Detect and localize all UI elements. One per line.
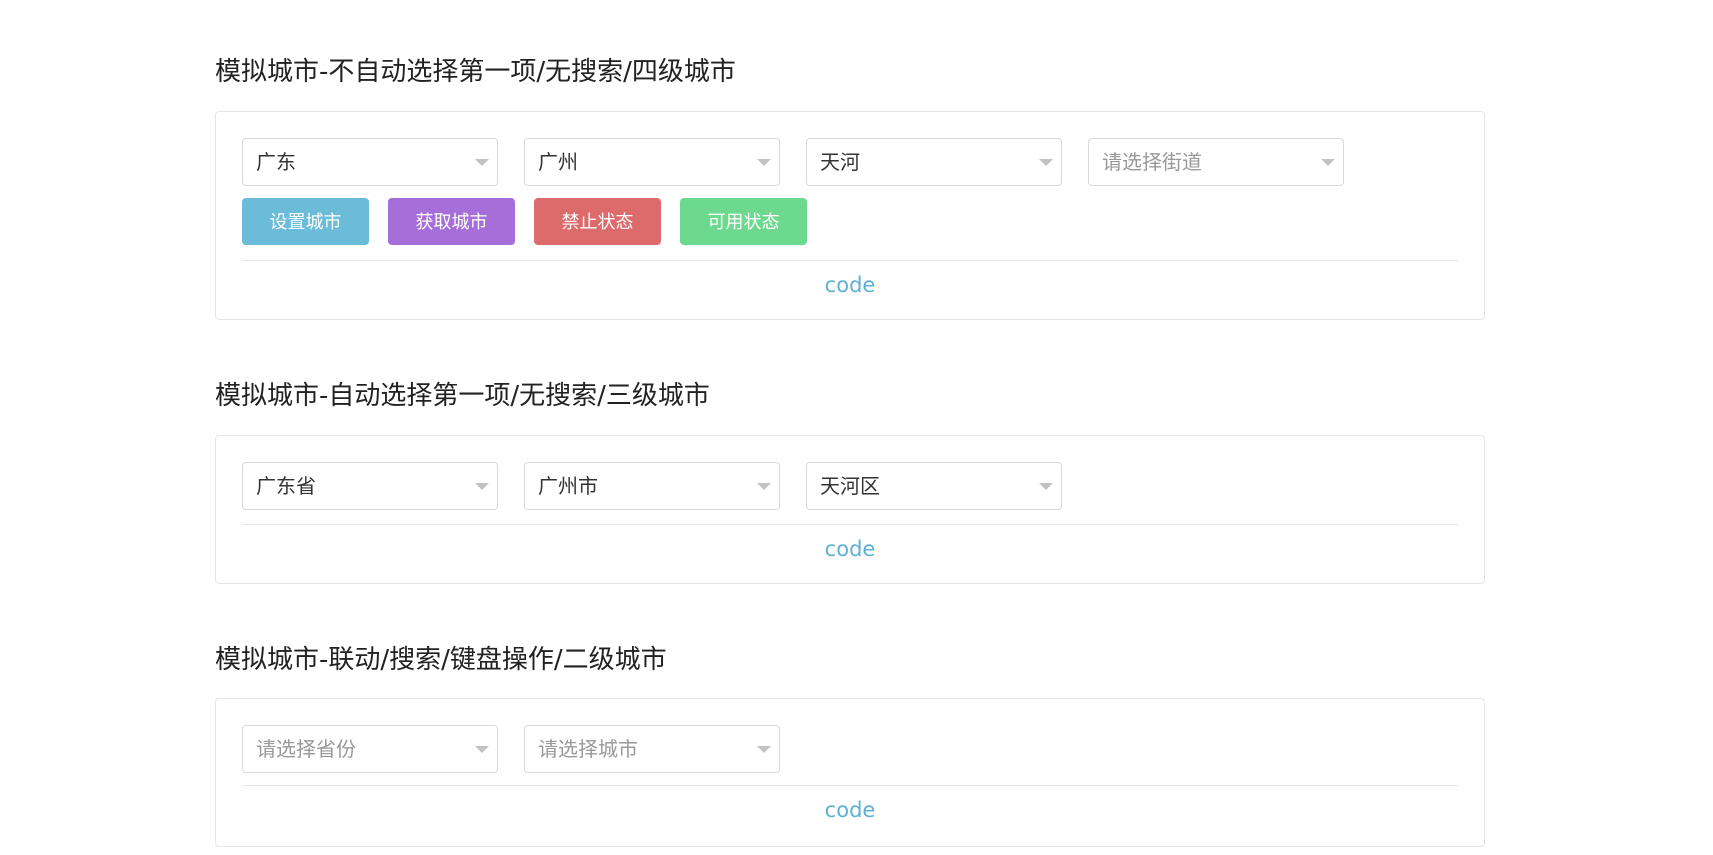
select-row: 广东省 广州市 天河区 [242,462,1088,510]
city-select-value: 广州 [538,150,578,174]
section-title-two-level: 模拟城市-联动/搜索/键盘操作/二级城市 [215,645,667,675]
caret-down-icon [1321,159,1335,166]
district-select[interactable]: 天河区 [806,462,1062,510]
disable-button[interactable]: 禁止状态 [534,198,661,245]
district-select-value: 天河 [820,150,860,174]
city-picker-panel-four-level: 广东 广州 天河 请选择街道 设置城市 获取城市 禁止状态 可用状态 code [215,111,1485,320]
province-select[interactable]: 请选择省份 [242,725,498,773]
province-select-value: 广东省 [256,474,316,498]
province-select[interactable]: 广东 [242,138,498,186]
caret-down-icon [1039,159,1053,166]
select-row: 请选择省份 请选择城市 [242,725,806,773]
caret-down-icon [757,746,771,753]
divider [242,524,1458,525]
divider [242,785,1458,786]
city-select-value: 广州市 [538,474,598,498]
set-city-button[interactable]: 设置城市 [242,198,369,245]
province-select[interactable]: 广东省 [242,462,498,510]
action-buttons: 设置城市 获取城市 禁止状态 可用状态 [242,198,826,245]
province-select-placeholder: 请选择省份 [256,737,356,761]
page: 模拟城市-不自动选择第一项/无搜索/四级城市 广东 广州 天河 请选择街道 设置… [0,0,1713,855]
street-select-placeholder: 请选择街道 [1102,150,1202,174]
city-select[interactable]: 广州市 [524,462,780,510]
province-select-value: 广东 [256,150,296,174]
caret-down-icon [475,746,489,753]
city-select[interactable]: 请选择城市 [524,725,780,773]
section-title-three-level: 模拟城市-自动选择第一项/无搜索/三级城市 [215,381,710,411]
code-toggle-link[interactable]: code [216,796,1484,824]
city-select-placeholder: 请选择城市 [538,737,638,761]
district-select[interactable]: 天河 [806,138,1062,186]
divider [242,260,1458,261]
district-select-value: 天河区 [820,474,880,498]
code-toggle-link[interactable]: code [216,271,1484,299]
city-select[interactable]: 广州 [524,138,780,186]
select-row: 广东 广州 天河 请选择街道 [242,138,1370,186]
get-city-button[interactable]: 获取城市 [388,198,515,245]
section-title-four-level: 模拟城市-不自动选择第一项/无搜索/四级城市 [215,57,736,87]
street-select[interactable]: 请选择街道 [1088,138,1344,186]
caret-down-icon [1039,483,1053,490]
city-picker-panel-three-level: 广东省 广州市 天河区 code [215,435,1485,584]
code-toggle-link[interactable]: code [216,535,1484,563]
enable-button[interactable]: 可用状态 [680,198,807,245]
city-picker-panel-two-level: 请选择省份 请选择城市 code [215,698,1485,847]
caret-down-icon [757,483,771,490]
caret-down-icon [475,483,489,490]
caret-down-icon [757,159,771,166]
caret-down-icon [475,159,489,166]
